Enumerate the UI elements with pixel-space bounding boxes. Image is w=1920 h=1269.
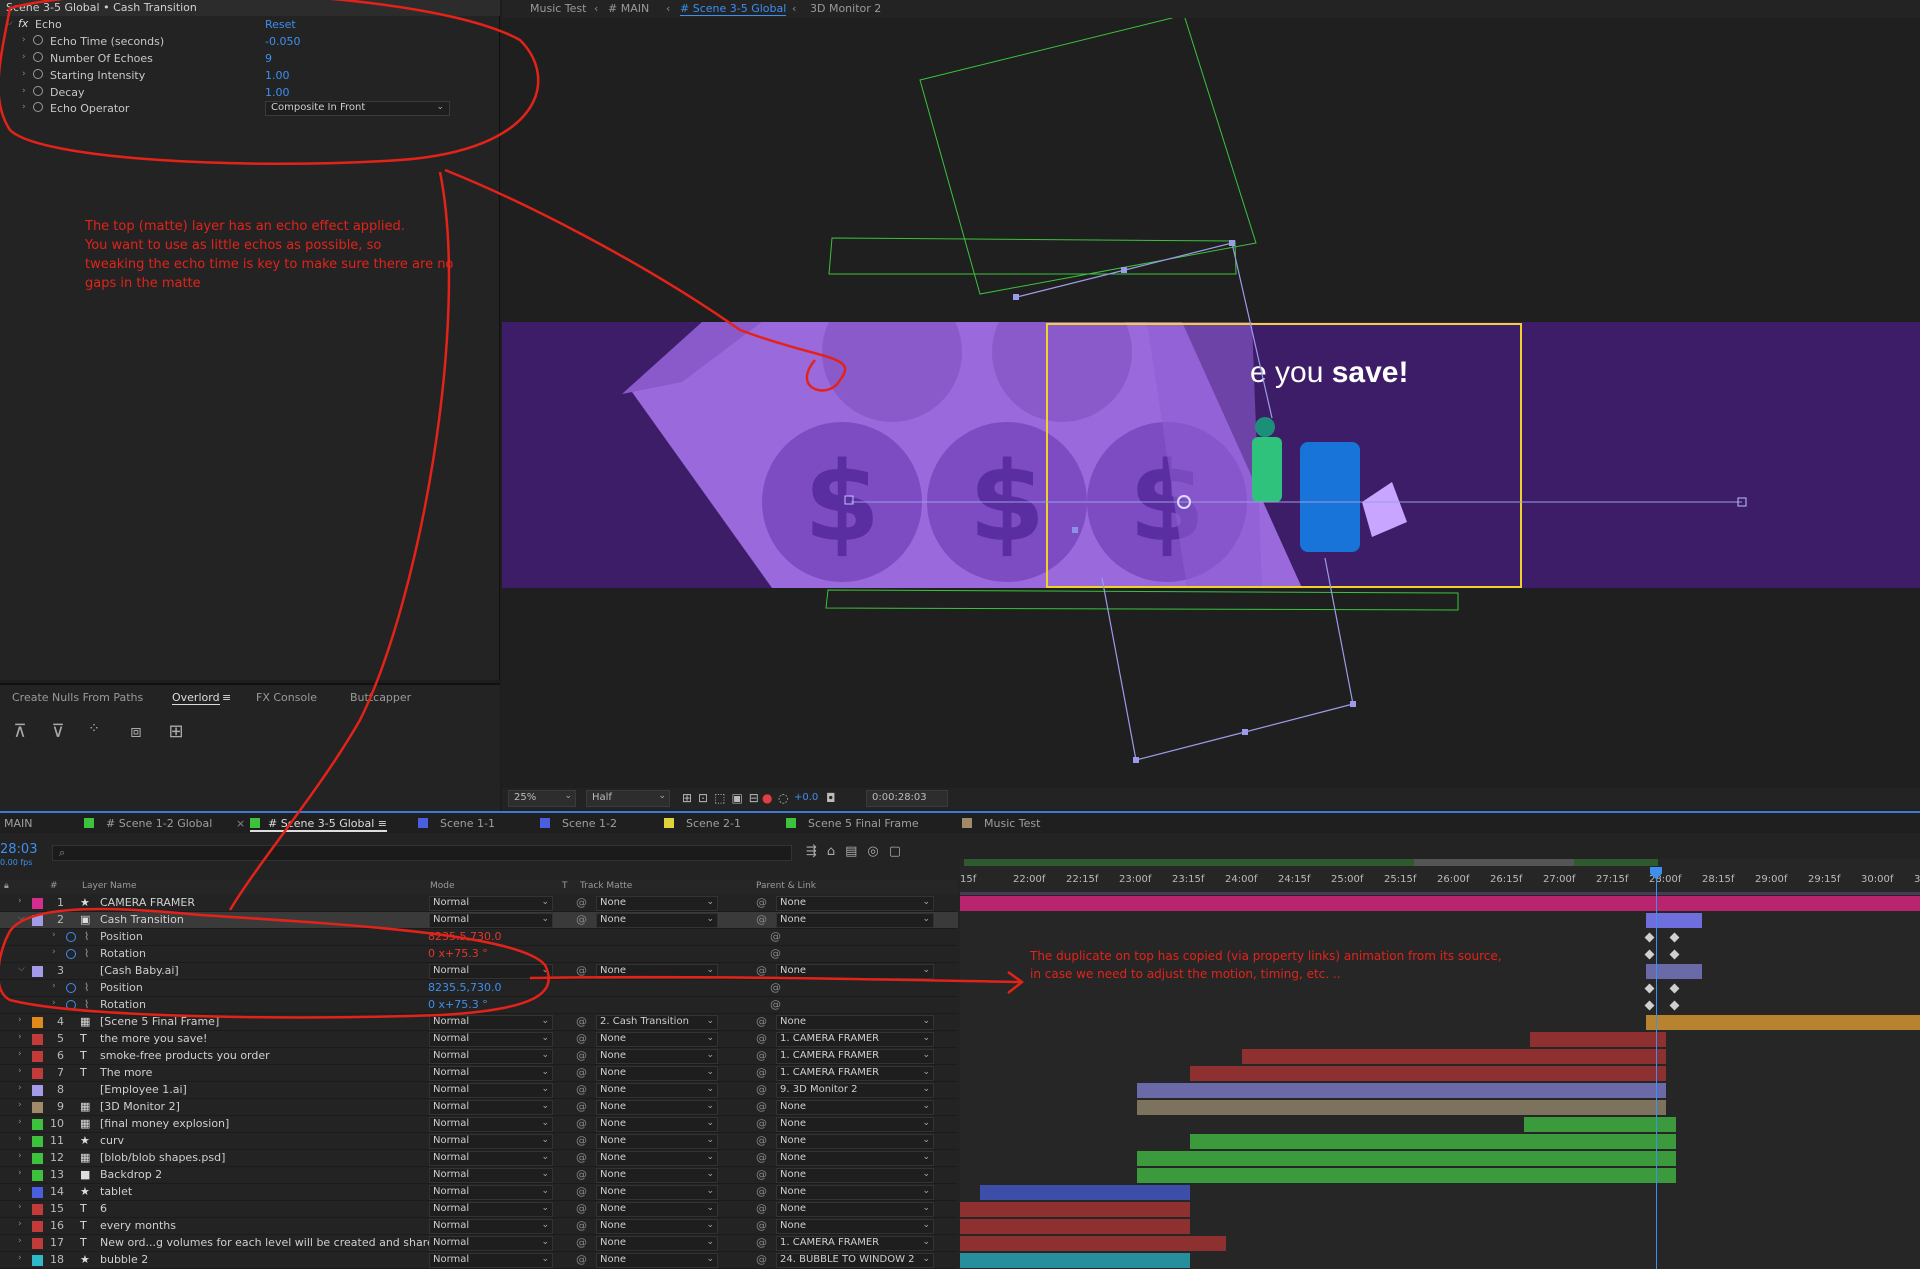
red-annotation-strokes: [0, 0, 1025, 1019]
